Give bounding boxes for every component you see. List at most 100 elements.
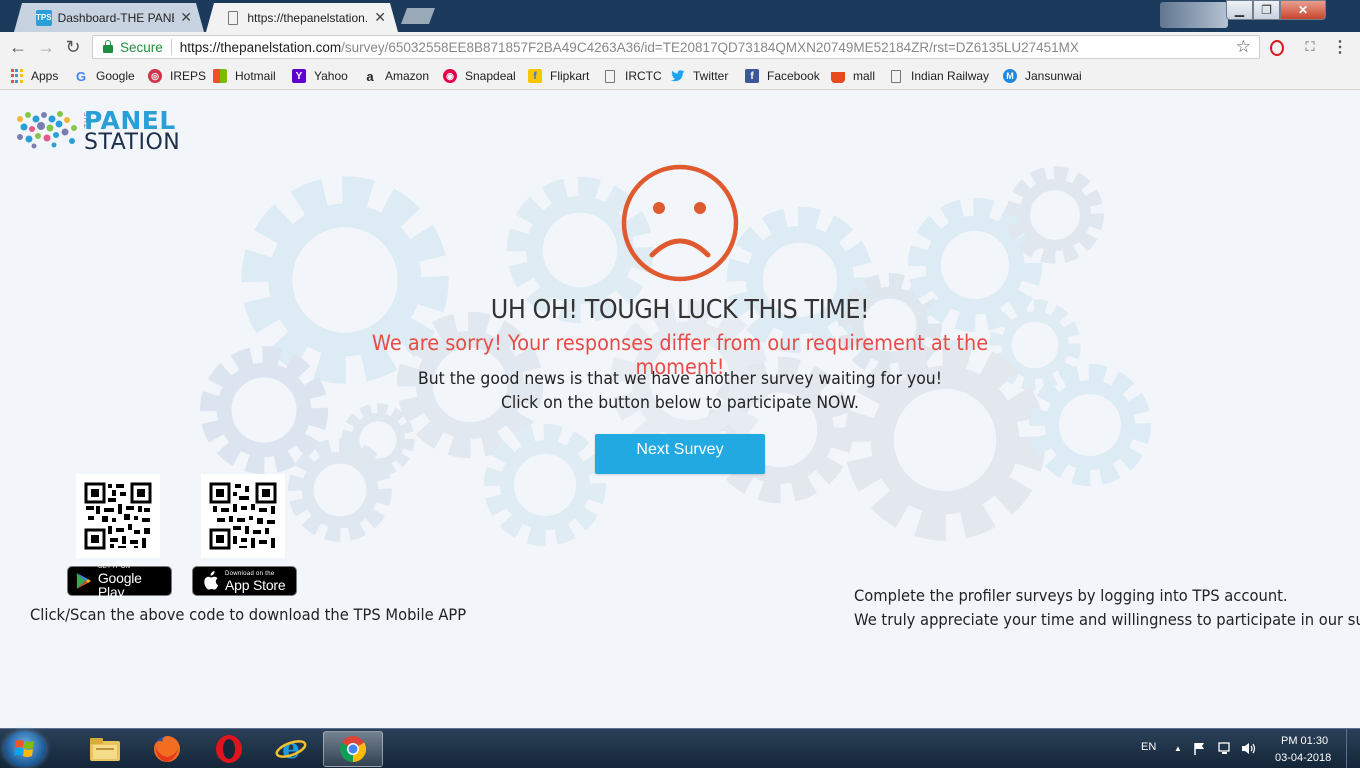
bookmark-label: Yahoo (314, 69, 348, 83)
network-icon[interactable] (1218, 742, 1232, 758)
tab-close-icon[interactable]: ✕ (374, 9, 386, 26)
opera-extension-icon[interactable] (1270, 40, 1284, 56)
tray-expand-icon[interactable]: ▲ (1174, 744, 1182, 753)
browser-toolbar: ← → ↻ Secure https://thepanelstation.com… (0, 32, 1360, 62)
clock-time[interactable]: PM 01:30 (1281, 735, 1328, 747)
bookmark-star-icon[interactable]: ☆ (1236, 37, 1251, 57)
apps-grid-icon (10, 69, 23, 83)
facebook-icon: f (745, 69, 759, 83)
amazon-icon: a (366, 68, 374, 84)
qr-code-icon (84, 482, 152, 550)
good-news-line-2: Click on the button below to participate… (500, 393, 860, 413)
good-news-message: But the good news is that we have anothe… (404, 367, 956, 415)
profiler-line-1: Complete the profiler surveys by logging… (854, 586, 1288, 605)
bookmark-facebook[interactable]: f Facebook (745, 68, 820, 84)
start-button[interactable] (4, 731, 46, 767)
close-window-button[interactable]: ✕ (1280, 0, 1326, 20)
bookmark-yahoo[interactable]: Y Yahoo (292, 68, 348, 84)
tps-favicon-icon: TPS (36, 9, 52, 26)
ireps-icon: ◎ (148, 69, 162, 83)
bookmark-google[interactable]: G Google (74, 68, 135, 84)
profiler-line-2: We truly appreciate your time and willin… (854, 610, 1360, 629)
bookmark-jansunwai[interactable]: M Jansunwai (1003, 68, 1082, 84)
bookmark-label: Hotmail (235, 69, 276, 83)
firefox-icon (154, 736, 180, 762)
reload-icon[interactable]: ↻ (62, 36, 84, 58)
app-store-big-text: App Store (225, 576, 286, 593)
google-play-big-text: Google Play (97, 569, 142, 600)
tab-dashboard[interactable]: TPS Dashboard-THE PANEL S ✕ (14, 3, 204, 32)
google-play-icon (76, 573, 91, 589)
tab-title: https://thepanelstation.c (247, 10, 369, 25)
bookmark-flipkart[interactable]: f Flipkart (528, 68, 589, 84)
bookmark-twitter[interactable]: Twitter (671, 68, 728, 84)
bookmark-ireps[interactable]: ◎ IREPS (148, 68, 206, 84)
address-bar[interactable]: Secure https://thepanelstation.com /surv… (92, 35, 1260, 59)
bookmark-label: Indian Railway (911, 69, 990, 83)
show-desktop-button[interactable] (1346, 729, 1360, 768)
tab-survey[interactable]: https://thepanelstation.c ✕ (206, 3, 398, 32)
tab-close-icon[interactable]: ✕ (180, 9, 192, 26)
svg-text:e: e (282, 733, 300, 765)
new-tab-button[interactable] (401, 8, 435, 24)
language-indicator[interactable]: EN (1141, 741, 1156, 753)
google-icon: G (75, 68, 87, 84)
taskbar-ie[interactable]: e (261, 731, 321, 767)
google-play-button[interactable]: GET IT ON Google Play (67, 564, 172, 600)
bookmark-amazon[interactable]: a Amazon (363, 68, 429, 84)
profiler-message: Complete the profiler surveys by logging… (854, 584, 1360, 632)
app-store-qr-code[interactable] (201, 474, 285, 558)
forward-arrow-icon[interactable]: → (35, 36, 57, 58)
bookmark-label: Google (96, 69, 135, 83)
yahoo-icon: Y (292, 69, 306, 83)
page-favicon-icon (228, 10, 239, 25)
bookmark-label: IRCTC (625, 69, 662, 83)
panel-station-logo[interactable]: THE PANEL STATION (14, 106, 184, 155)
flipkart-icon: f (528, 69, 542, 83)
app-store-button[interactable]: Download on the App Store (192, 566, 297, 596)
bookmark-snapdeal[interactable]: ◉ Snapdeal (443, 68, 516, 84)
windows-taskbar: e EN ▲ PM 01:30 03-04-2018 (0, 728, 1360, 768)
bookmarks-bar: Apps G Google ◎ IREPS Hotmail Y Yahoo a … (0, 62, 1360, 90)
bookmark-label: Twitter (693, 69, 729, 83)
clock-date[interactable]: 03-04-2018 (1275, 752, 1331, 764)
browser-menu-icon[interactable]: ⋮ (1332, 39, 1348, 56)
logo-dots-icon (17, 111, 77, 149)
bookmark-label: mall (853, 69, 876, 83)
qr-caption: Click/Scan the above code to download th… (30, 605, 467, 624)
mall-basket-icon (831, 72, 845, 83)
url-path: /survey/65032558EE8B871857F2BA49C4263A36… (341, 39, 1079, 55)
next-survey-button[interactable]: Next Survey (595, 434, 765, 474)
bookmark-label: Snapdeal (465, 69, 516, 83)
page-content: THE PANEL STATION UH OH! TOUGH LUCK THIS… (0, 90, 1360, 728)
minimize-button[interactable]: ▁ (1226, 0, 1253, 20)
bookmark-irctc[interactable]: IRCTC (605, 68, 662, 84)
apple-icon (204, 571, 219, 590)
bookmark-mall[interactable]: mall (831, 68, 875, 84)
page-icon (891, 69, 901, 83)
google-play-qr-code[interactable] (76, 474, 160, 558)
taskbar-firefox[interactable] (137, 731, 197, 767)
secure-label: Secure (120, 39, 163, 55)
windows-logo-icon (14, 740, 34, 757)
sad-face-icon (621, 164, 739, 282)
bookmark-hotmail[interactable]: Hotmail (213, 68, 276, 84)
action-center-flag-icon[interactable] (1194, 742, 1206, 758)
titlebar-user-area (1160, 2, 1228, 28)
good-news-line-1: But the good news is that we have anothe… (418, 369, 942, 389)
url-host: https://thepanelstation.com (179, 39, 342, 55)
bookmark-label: Facebook (767, 69, 820, 83)
bookmark-label: IREPS (170, 69, 207, 83)
volume-icon[interactable] (1241, 742, 1257, 758)
bookmark-apps[interactable]: Apps (10, 68, 58, 84)
jansunwai-icon: M (1003, 69, 1017, 83)
bookmark-label: Apps (31, 69, 59, 83)
bookmark-indian-railway[interactable]: Indian Railway (891, 68, 989, 84)
maximize-button[interactable]: ❐ (1253, 0, 1280, 20)
taskbar-opera[interactable] (199, 731, 259, 767)
back-arrow-icon[interactable]: ← (7, 36, 29, 58)
pdf-extension-icon[interactable]: ⛶ (1302, 39, 1318, 55)
taskbar-chrome[interactable] (323, 731, 383, 767)
chrome-icon (339, 736, 367, 763)
taskbar-explorer[interactable] (75, 731, 135, 767)
